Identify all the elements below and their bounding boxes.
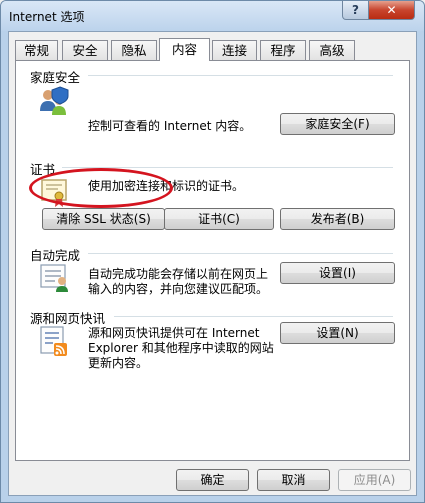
help-button[interactable]: ? <box>342 1 369 20</box>
window-title: Internet 选项 <box>9 10 85 24</box>
group-divider <box>88 253 393 254</box>
autocomplete-description-line2: 输入的内容，并向您建议匹配项。 <box>88 282 269 296</box>
certificates-button[interactable]: 证书(C) <box>164 208 274 230</box>
tab-connections[interactable]: 连接 <box>212 40 257 60</box>
family-safety-icon <box>40 86 69 115</box>
autocomplete-description-line1: 自动完成功能会存储以前在网页上 <box>88 267 269 281</box>
cancel-button[interactable]: 取消 <box>257 469 330 491</box>
tab-strip: 常规 安全 隐私 内容 连接 程序 高级 <box>15 38 411 61</box>
group-divider <box>88 75 393 76</box>
feeds-description-line2: Explorer 和其他程序中读取的网站 <box>88 341 274 355</box>
publishers-button[interactable]: 发布者(B) <box>280 208 395 230</box>
group-divider <box>114 316 393 317</box>
tab-advanced[interactable]: 高级 <box>309 40 355 60</box>
autocomplete-icon <box>40 264 68 292</box>
family-safety-button[interactable]: 家庭安全(F) <box>280 113 395 135</box>
close-button[interactable]: ✕ <box>368 1 415 20</box>
title-bar[interactable]: Internet 选项 ? ✕ <box>1 1 424 31</box>
group-divider <box>62 167 393 168</box>
tab-privacy[interactable]: 隐私 <box>111 40 157 60</box>
internet-options-window: Internet 选项 ? ✕ 常规 安全 隐私 内容 连接 程序 高级 家庭安… <box>0 0 425 503</box>
clear-ssl-state-button[interactable]: 清除 SSL 状态(S) <box>42 208 165 230</box>
feeds-icon <box>40 326 67 356</box>
feeds-description-line3: 更新内容。 <box>88 356 149 370</box>
autocomplete-settings-button[interactable]: 设置(I) <box>280 262 395 284</box>
certificates-description: 使用加密连接和标识的证书。 <box>88 179 245 193</box>
family-safety-group-title: 家庭安全 <box>30 70 81 85</box>
dialog-client-area: 常规 安全 隐私 内容 连接 程序 高级 家庭安全 控制可查看的 Interne… <box>8 31 417 496</box>
tab-programs[interactable]: 程序 <box>260 40 306 60</box>
feeds-description-line1: 源和网页快讯提供可在 Internet <box>88 326 260 340</box>
family-safety-description: 控制可查看的 Internet 内容。 <box>88 119 252 133</box>
certificates-group-title: 证书 <box>30 162 56 177</box>
apply-button[interactable]: 应用(A) <box>338 469 411 491</box>
content-tab-panel: 家庭安全 控制可查看的 Internet 内容。 家庭安全(F) 证书 使用加密… <box>15 60 410 461</box>
tab-security[interactable]: 安全 <box>62 40 108 60</box>
feeds-settings-button[interactable]: 设置(N) <box>280 322 395 344</box>
tab-general[interactable]: 常规 <box>15 40 58 60</box>
certificate-icon <box>41 179 67 207</box>
ok-button[interactable]: 确定 <box>176 469 249 491</box>
tab-content[interactable]: 内容 <box>159 38 210 61</box>
